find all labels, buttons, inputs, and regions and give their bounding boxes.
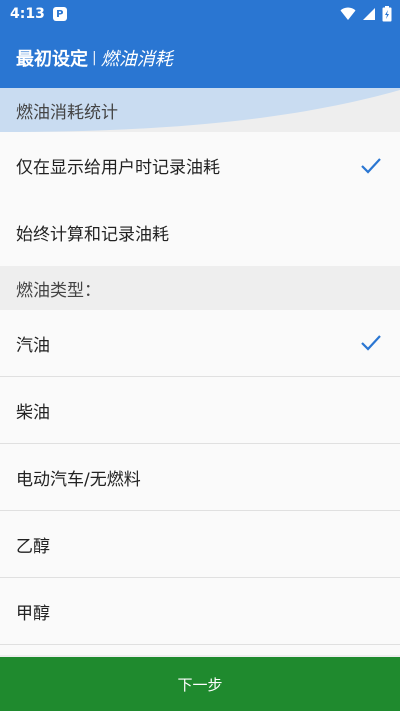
fuel-type-electric[interactable]: 电动汽车/无燃料: [0, 444, 400, 511]
section-header-consumption: 燃油消耗统计: [0, 88, 400, 132]
fuel-type-label: 柴油: [16, 402, 50, 423]
option-label: 始终计算和记录油耗: [16, 225, 169, 245]
settings-list[interactable]: 燃油消耗统计 仅在显示给用户时记录油耗 始终计算和记录油耗 燃油类型： 汽油 柴…: [0, 88, 400, 655]
page-title: 最初设定: [16, 49, 88, 70]
wifi-icon: [340, 7, 356, 20]
status-icons: [340, 6, 392, 22]
checkmark-icon: [361, 157, 381, 174]
fuel-type-label: 乙醇: [16, 536, 50, 557]
section-header-fuel-type: 燃油类型：: [0, 266, 400, 310]
page-subtitle: 燃油消耗: [100, 49, 173, 70]
battery-icon: [382, 6, 392, 22]
section-header-label: 燃油消耗统计: [16, 102, 118, 123]
option-record-when-shown[interactable]: 仅在显示给用户时记录油耗: [0, 132, 400, 199]
fuel-type-gasoline[interactable]: 汽油: [0, 310, 400, 377]
fuel-type-label: 甲醇: [16, 603, 50, 624]
fuel-type-ethanol[interactable]: 乙醇: [0, 511, 400, 578]
fuel-type-diesel[interactable]: 柴油: [0, 377, 400, 444]
option-always-record[interactable]: 始终计算和记录油耗: [0, 199, 400, 266]
notification-icon: P: [52, 7, 67, 21]
title-separator: |: [92, 50, 97, 66]
next-button[interactable]: 下一步: [0, 657, 400, 711]
app-bar: 最初设定 | 燃油消耗: [0, 28, 400, 88]
checkmark-icon: [361, 335, 381, 351]
option-label: 仅在显示给用户时记录油耗: [16, 158, 220, 178]
section-header-label: 燃油类型：: [16, 280, 101, 301]
bottom-bar: 下一步: [0, 655, 400, 711]
fuel-type-methanol[interactable]: 甲醇: [0, 578, 400, 645]
fuel-type-label: 汽油: [16, 335, 50, 356]
status-time: 4:13: [10, 6, 45, 22]
status-bar: 4:13 P: [0, 0, 400, 28]
fuel-type-label: 电动汽车/无燃料: [16, 469, 141, 490]
cellular-signal-icon: [363, 8, 375, 20]
